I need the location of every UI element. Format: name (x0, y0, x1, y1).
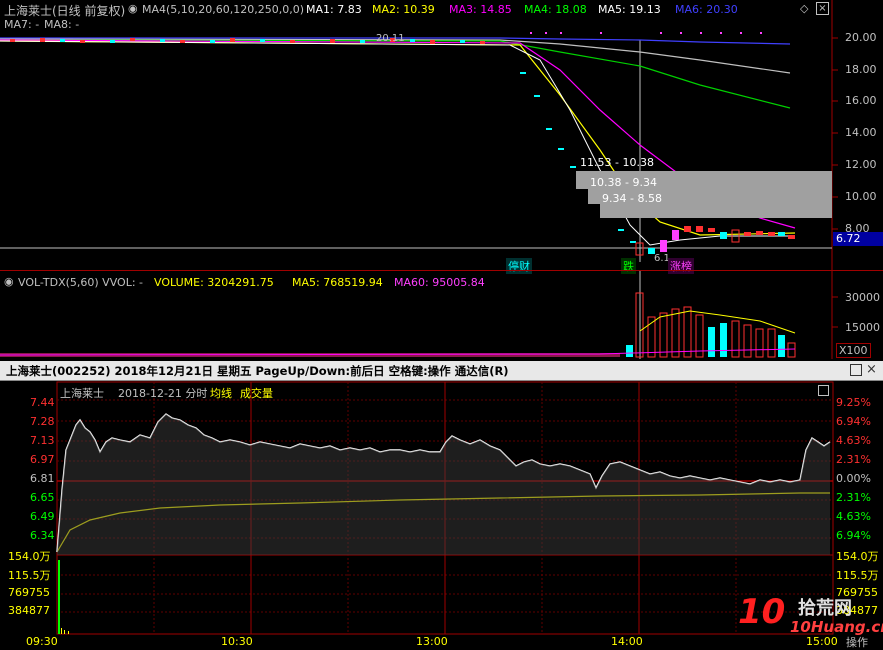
vol-tick-left: 154.0万 (8, 550, 51, 563)
indicator-params: MA4(5,10,20,60,120,250,0,0) (142, 3, 305, 16)
chip-range-label: 11.53 - 10.38 (580, 156, 654, 169)
chip-range-label: 9.34 - 8.58 (602, 192, 662, 205)
vol-tick-right: 154.0万 (836, 550, 879, 563)
close-icon[interactable]: × (816, 2, 829, 15)
ma4-label: MA4: 18.08 (524, 3, 587, 16)
price-tick: 7.44 (30, 396, 55, 409)
pct-tick: 2.31% (836, 453, 871, 466)
minute-window-titlebar[interactable]: 上海莱士(002252) 2018年12月21日 星期五 PageUp/Down… (0, 361, 883, 381)
price-tick: 10.00 (845, 190, 877, 203)
ma8-label: MA8: - (44, 18, 80, 31)
close-icon[interactable]: × (866, 362, 877, 377)
watermark: 10 拾荒网 10Huang.cn 操作 (738, 590, 883, 649)
pct-tick: 4.63% (836, 510, 871, 523)
legend-stock-name: 上海莱士 (60, 387, 104, 400)
ma2-label: MA2: 10.39 (372, 3, 435, 16)
price-tick: 6.81 (30, 472, 55, 485)
chip-range-label: 10.38 - 9.34 (590, 176, 657, 189)
price-tick: 20.00 (845, 31, 877, 44)
diamond-icon[interactable]: ◇ (800, 2, 808, 15)
watermark-logo: 10 (738, 592, 786, 632)
price-tick: 18.00 (845, 63, 877, 76)
ma6-label: MA6: 20.30 (675, 3, 738, 16)
volume-title: VOL-TDX(5,60) VVOL: - (18, 276, 143, 289)
kline-drawing (0, 0, 838, 270)
ma1-label: MA1: 7.83 (306, 3, 362, 16)
vol-tick-right: 115.5万 (836, 569, 879, 582)
price-tick: 7.13 (30, 434, 55, 447)
volume-chart[interactable]: ◉ VOL-TDX(5,60) VVOL: - VOLUME: 3204291.… (0, 270, 883, 359)
pct-tick: 9.25% (836, 396, 871, 409)
ma3-label: MA3: 14.85 (449, 3, 512, 16)
indicator-selector[interactable]: ◉ (128, 2, 138, 15)
top-price-annotation: 20.11 (376, 33, 405, 44)
price-tick: 16.00 (845, 94, 877, 107)
vol-tick-left: 384877 (8, 604, 50, 617)
pct-tick: 0.00% (836, 472, 871, 485)
time-tick: 10:30 (221, 635, 253, 648)
time-tick: 13:00 (416, 635, 448, 648)
volume-tick: 30000 (845, 291, 880, 304)
price-tick: 6.34 (30, 529, 55, 542)
time-tick: 09:30 (26, 635, 58, 648)
pct-tick: 6.94% (836, 529, 871, 542)
volume-value: VOLUME: 3204291.75 (154, 276, 274, 289)
price-tick: 6.97 (30, 453, 55, 466)
legend-average: 均线 (210, 387, 232, 400)
watermark-site-cn: 拾荒网 (798, 598, 852, 619)
price-tick: 7.28 (30, 415, 55, 428)
watermark-site-en: 10Huang.cn (790, 618, 883, 636)
kline-chart[interactable]: 上海莱士(日线 前复权) ◉ MA4(5,10,20,60,120,250,0,… (0, 0, 883, 274)
pct-tick: 2.31% (836, 491, 871, 504)
price-tick: 14.00 (845, 126, 877, 139)
ma4-line (0, 39, 791, 109)
volume-selector-icon[interactable]: ◉ (4, 275, 14, 288)
price-tick: 12.00 (845, 158, 877, 171)
volume-ma60: MA60: 95005.84 (394, 276, 485, 289)
zoom-icon[interactable] (818, 385, 829, 396)
ma7-label: MA7: - (4, 18, 40, 31)
volume-ma5: MA5: 768519.94 (292, 276, 383, 289)
vol-tick-left: 115.5万 (8, 569, 51, 582)
vol-tick-left: 769755 (8, 586, 50, 599)
kline-title: 上海莱士(日线 前复权) (4, 4, 126, 18)
volume-unit: X100 (836, 343, 871, 358)
volume-tick: 15000 (845, 321, 880, 334)
time-tick: 14:00 (611, 635, 643, 648)
last-price-tag: 6.72 (833, 232, 883, 246)
minute-window-title: 上海莱士(002252) 2018年12月21日 星期五 PageUp/Down… (6, 364, 509, 378)
legend-date: 2018-12-21 分时 (118, 387, 208, 400)
ma5-label: MA5: 19.13 (598, 3, 661, 16)
maximize-icon[interactable] (850, 364, 862, 376)
price-tick: 6.65 (30, 491, 55, 504)
price-tick: 6.49 (30, 510, 55, 523)
pct-tick: 4.63% (836, 434, 871, 447)
legend-volume: 成交量 (240, 387, 273, 400)
pct-tick: 6.94% (836, 415, 871, 428)
